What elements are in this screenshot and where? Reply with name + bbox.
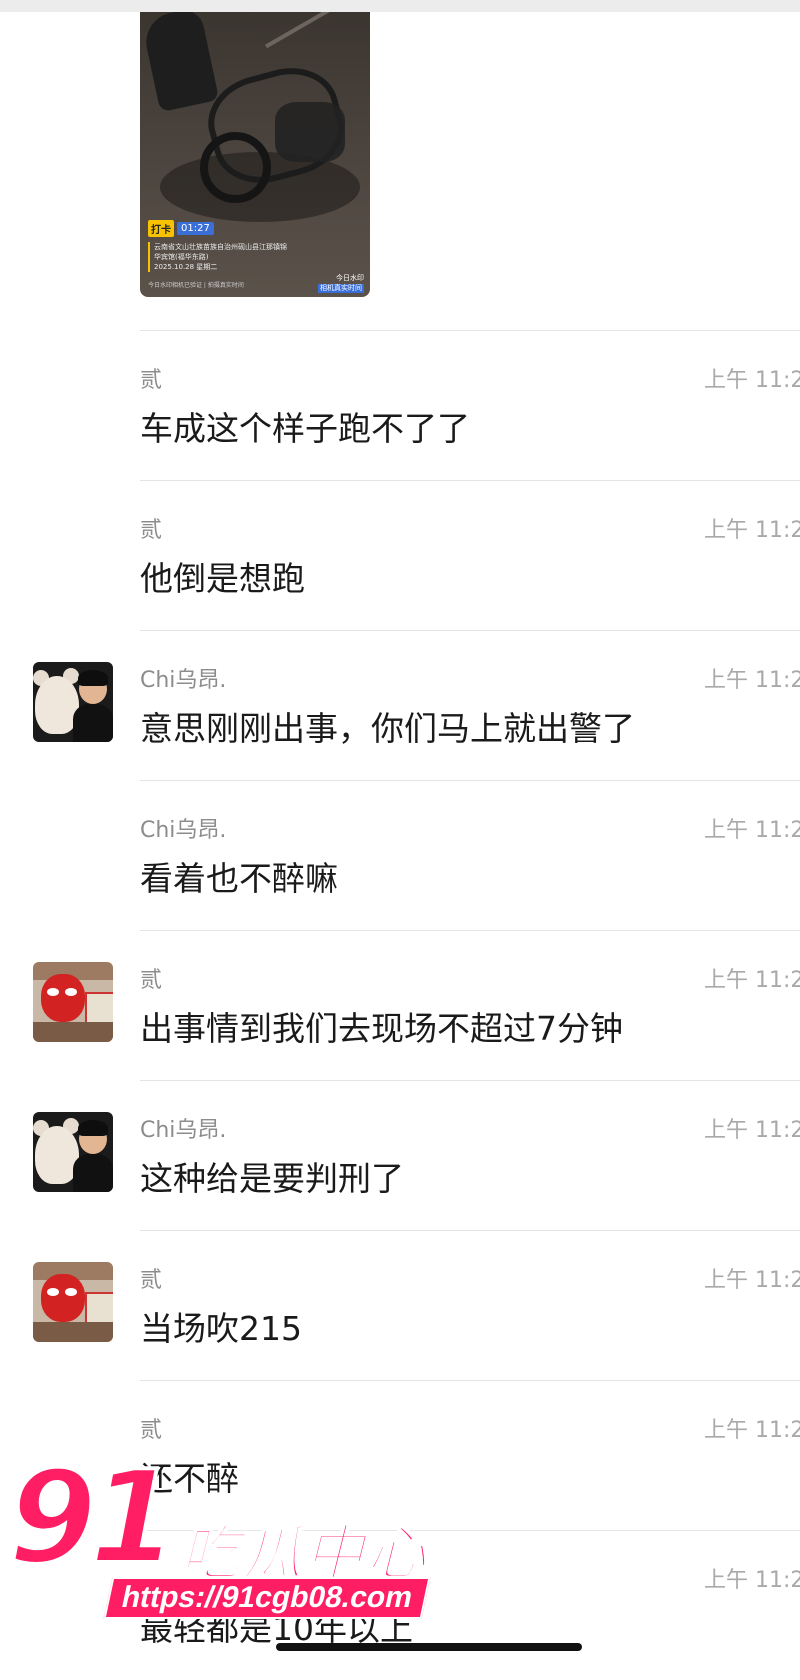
- avatar-base: [33, 1322, 113, 1342]
- message-time: 上午 11:2: [704, 1568, 800, 1593]
- sender-name[interactable]: 贰: [140, 1412, 162, 1444]
- message-text[interactable]: 看着也不醉嘛: [140, 852, 338, 900]
- kid-hair: [78, 670, 108, 686]
- mask-eye: [47, 988, 59, 996]
- mask-eye: [65, 1288, 77, 1296]
- sender-name[interactable]: Chi乌昂.: [140, 662, 226, 694]
- message-row[interactable]: 贰 上午 11:2 当场吹215: [0, 1230, 800, 1380]
- message-text[interactable]: 意思刚刚出事，你们马上就出警了: [140, 702, 635, 750]
- kid-body: [73, 704, 113, 742]
- avatar[interactable]: [33, 1112, 113, 1192]
- kid-hair: [78, 1120, 108, 1136]
- location-line: 华宾馆(福华东路): [154, 253, 209, 261]
- corner-line: 今日水印: [336, 274, 364, 282]
- message-divider: [140, 630, 800, 631]
- motorcycle-body: [275, 102, 345, 162]
- kid-body: [73, 1154, 113, 1192]
- message-row[interactable]: Chi乌昂. 上午 11:2 看着也不醉嘛: [0, 780, 800, 930]
- photo-corner-mark: 今日水印 相机真实时间: [318, 274, 364, 293]
- avatar[interactable]: [33, 1262, 113, 1342]
- message-row[interactable]: Chi乌昂. 上午 11:2 意思刚刚出事，你们马上就出警了: [0, 630, 800, 780]
- motorcycle-wheel: [200, 132, 271, 203]
- accident-photo[interactable]: 打卡 01:27 云南省文山壮族苗族自治州砚山县江那镇锦 华宾馆(福华东路) 2…: [140, 12, 370, 297]
- message-time: 上午 11:2: [704, 368, 800, 393]
- sender-name[interactable]: Chi乌昂.: [140, 1112, 226, 1144]
- message-time: 上午 11:2: [704, 968, 800, 993]
- message-divider: [140, 930, 800, 931]
- message-row[interactable]: 贰 上午 11:2 他倒是想跑: [0, 480, 800, 630]
- message-divider: [140, 780, 800, 781]
- message-text[interactable]: 这种给是要判刑了: [140, 1152, 404, 1200]
- message-divider: [140, 1080, 800, 1081]
- message-text[interactable]: 当场吹215: [140, 1302, 302, 1350]
- logo-url: https://91cgb08.com: [103, 1577, 431, 1619]
- message-time: 上午 11:2: [704, 1418, 800, 1443]
- site-watermark-logo: 91 吃瓜中心 https://91cgb08.com: [6, 1444, 438, 1640]
- message-row[interactable]: 贰 上午 11:2 车成这个样子跑不了了: [0, 330, 800, 480]
- road-marking: [265, 12, 345, 49]
- avatar[interactable]: [33, 962, 113, 1042]
- message-time: 上午 11:2: [704, 1118, 800, 1143]
- location-line: 云南省文山壮族苗族自治州砚山县江那镇锦: [154, 243, 287, 251]
- spiderman-face: [41, 974, 85, 1022]
- message-divider: [140, 330, 800, 331]
- sender-name[interactable]: 贰: [140, 962, 162, 994]
- stamp-time: 01:27: [177, 222, 214, 235]
- photo-location: 云南省文山壮族苗族自治州砚山县江那镇锦 华宾馆(福华东路) 2025.10.28…: [148, 242, 324, 272]
- message-divider: [140, 1230, 800, 1231]
- spiderman-face: [41, 1274, 85, 1322]
- avatar[interactable]: [33, 662, 113, 742]
- message-row[interactable]: 贰 上午 11:2 出事情到我们去现场不超过7分钟: [0, 930, 800, 1080]
- stamp-tag: 打卡: [148, 220, 174, 237]
- mask-eye: [65, 988, 77, 996]
- message-divider: [140, 1380, 800, 1381]
- logo-number: 91: [6, 1444, 180, 1593]
- corner-line: 相机真实时间: [318, 284, 364, 293]
- sender-name[interactable]: 贰: [140, 512, 162, 544]
- message-time: 上午 11:2: [704, 668, 800, 693]
- photo-date: 2025.10.28 星期二: [154, 263, 218, 271]
- sender-name[interactable]: Chi乌昂.: [140, 812, 226, 844]
- message-text[interactable]: 出事情到我们去现场不超过7分钟: [140, 1002, 623, 1050]
- message-text[interactable]: 车成这个样子跑不了了: [140, 402, 470, 450]
- sender-name[interactable]: 贰: [140, 1262, 162, 1294]
- message-time: 上午 11:2: [704, 818, 800, 843]
- message-row[interactable]: Chi乌昂. 上午 11:2 这种给是要判刑了: [0, 1080, 800, 1230]
- message-time: 上午 11:2: [704, 1268, 800, 1293]
- message-time: 上午 11:2: [704, 518, 800, 543]
- photo-stamp: 打卡 01:27: [148, 220, 214, 237]
- top-bar: [0, 0, 800, 12]
- photo-footer: 今日水印相机已验证 | 拍摄真实时间: [148, 282, 244, 289]
- message-text[interactable]: 他倒是想跑: [140, 552, 305, 600]
- photo-person: [140, 12, 220, 113]
- message-divider: [140, 480, 800, 481]
- avatar-base: [33, 1022, 113, 1042]
- sender-name[interactable]: 贰: [140, 362, 162, 394]
- home-indicator: [276, 1643, 582, 1651]
- mask-eye: [47, 1288, 59, 1296]
